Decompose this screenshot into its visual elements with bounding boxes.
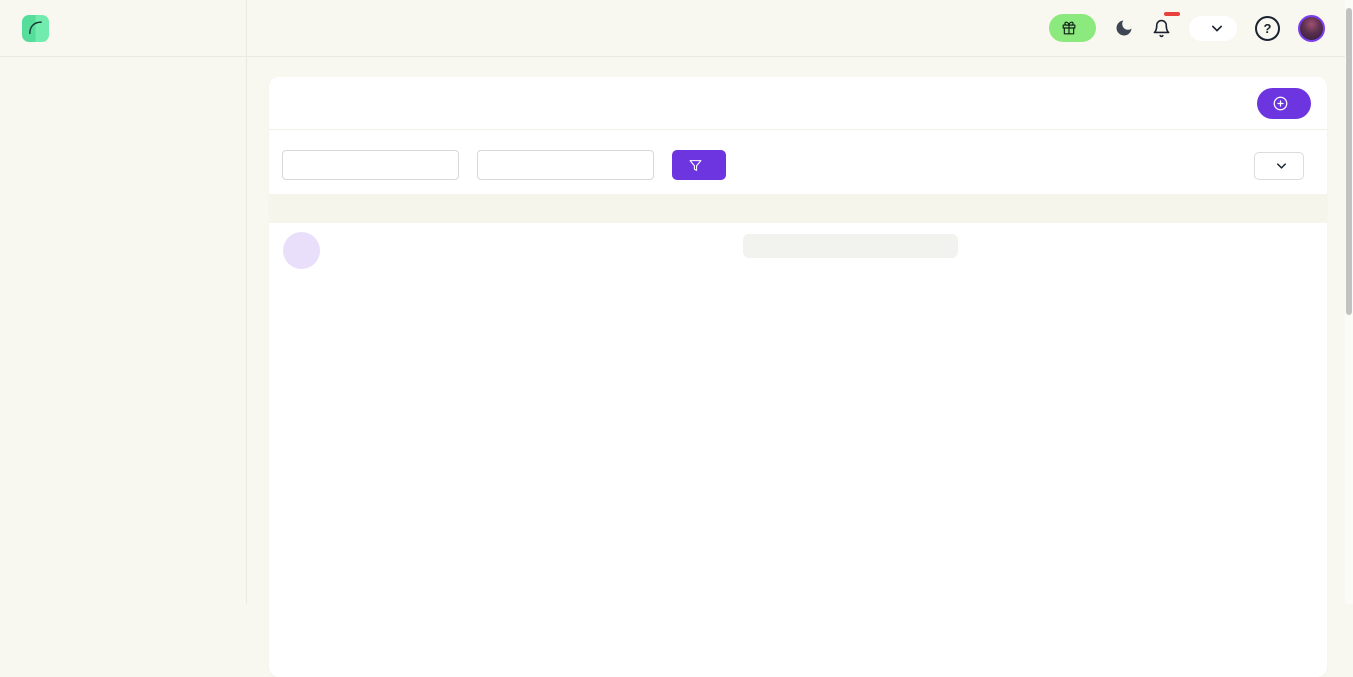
transaction-id-input[interactable] [282,150,459,180]
scrollbar-thumb[interactable] [1346,8,1352,315]
date-input[interactable] [477,150,654,180]
filter-funnel-icon [689,159,702,172]
notification-badge [1164,12,1180,16]
chevron-down-icon [1212,25,1222,32]
entries-control [1254,145,1304,180]
transaction-id-field [282,142,459,180]
moon-icon [1114,18,1134,38]
transaction-avatar [283,232,320,269]
brand-logo-icon [22,15,49,42]
sidebar-nav [0,57,247,604]
language-selector[interactable] [1189,16,1237,41]
earn-button[interactable] [1049,14,1096,42]
main-content [247,57,1345,604]
notifications-button[interactable] [1152,19,1171,38]
header-actions: ? [1049,14,1353,42]
loading-placeholder [743,234,958,258]
date-field [477,142,654,180]
deposit-log-card [269,77,1327,677]
brand-logo[interactable] [0,0,247,56]
dark-mode-toggle[interactable] [1114,18,1134,38]
partial-next-row [269,223,1327,283]
bell-icon [1152,19,1171,38]
plus-circle-icon [1273,96,1288,111]
top-header: ? [0,0,1353,57]
help-button[interactable]: ? [1255,16,1280,41]
chevron-down-icon [1277,163,1286,169]
entries-select[interactable] [1254,152,1304,180]
user-avatar[interactable] [1298,15,1325,42]
filter-button[interactable] [672,150,726,180]
table-header-row [269,194,1327,223]
filter-bar [269,130,1327,194]
gift-icon [1062,21,1076,35]
card-header [269,77,1327,130]
greeting [247,21,1049,36]
add-money-button[interactable] [1257,88,1311,119]
page-scrollbar[interactable] [1345,0,1353,604]
